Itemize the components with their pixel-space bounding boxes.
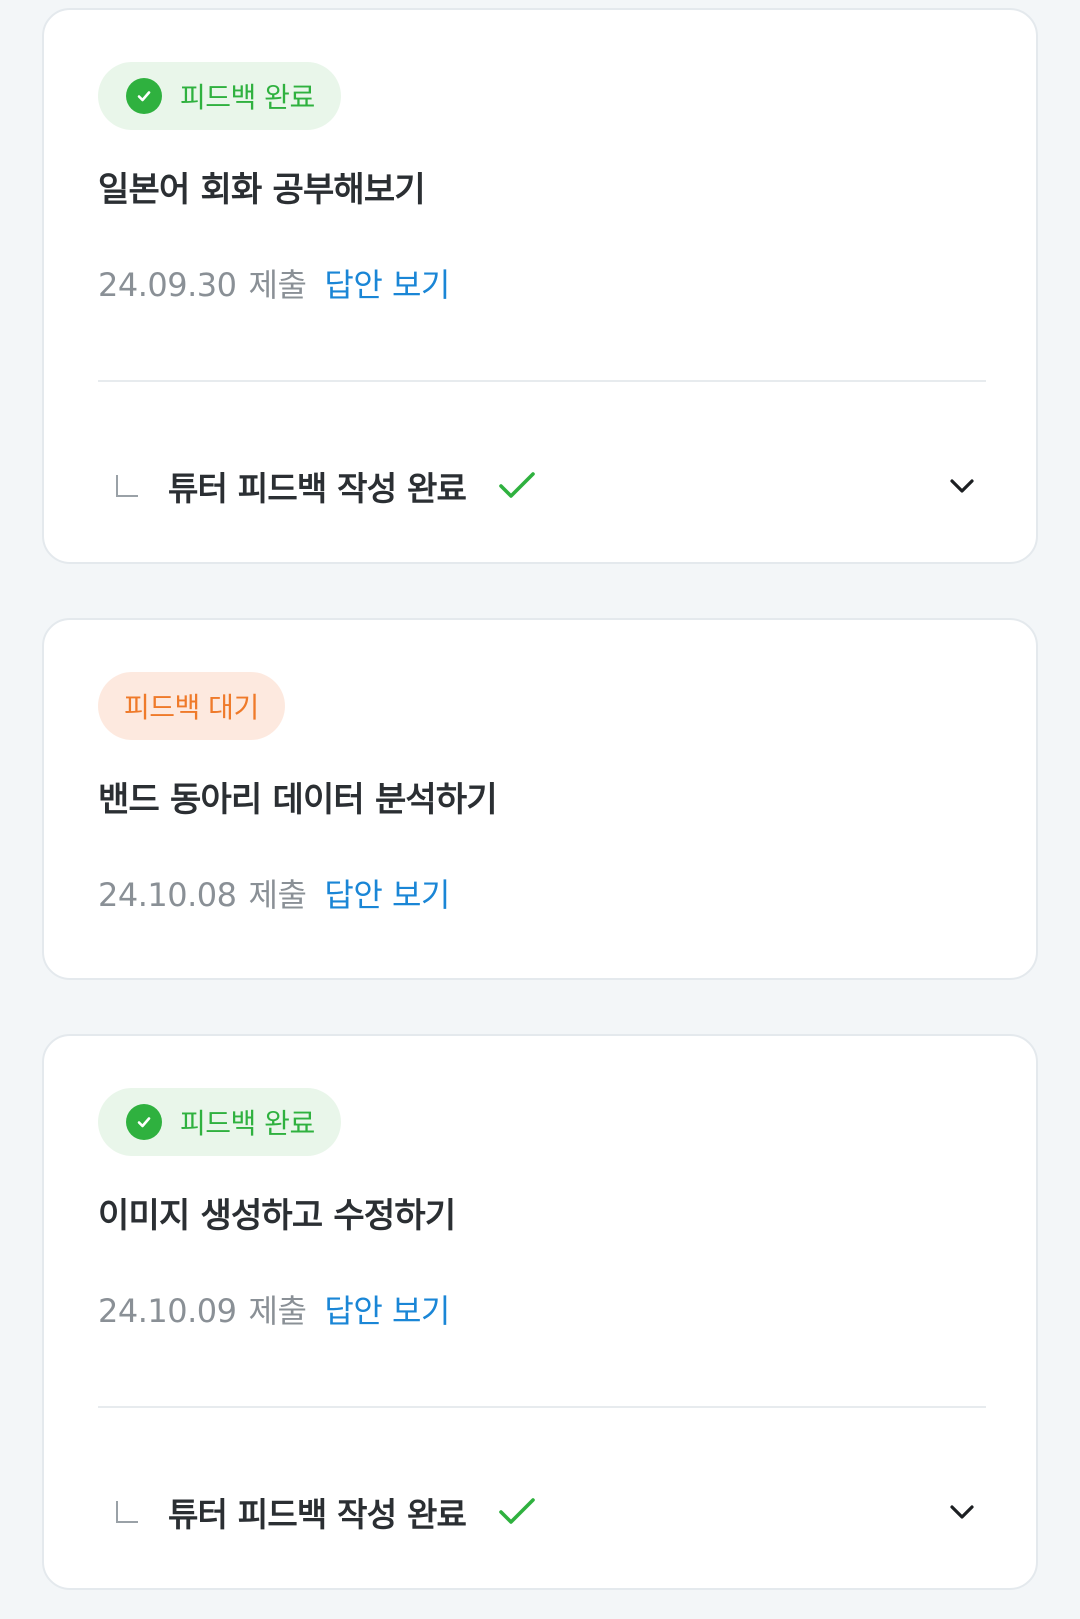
assignment-title: 일본어 회화 공부해보기 <box>98 170 426 210</box>
status-badge-done: 피드백 완료 <box>98 62 341 130</box>
submitted-label: 제출 <box>248 266 307 304</box>
submitted-label: 제출 <box>248 1292 307 1330</box>
assignment-card: 피드백 완료 일본어 회화 공부해보기 24.09.30 제출 답안 보기 튜터… <box>42 8 1038 564</box>
check-circle-icon <box>126 78 162 114</box>
submitted-label: 제출 <box>248 876 307 914</box>
reply-corner-icon <box>116 475 138 497</box>
submission-date: 24.10.09 <box>98 1292 237 1330</box>
status-label: 피드백 완료 <box>180 1107 315 1140</box>
view-answer-link[interactable]: 답안 보기 <box>324 260 450 306</box>
status-label: 피드백 완료 <box>180 81 315 114</box>
assignment-title: 이미지 생성하고 수정하기 <box>98 1196 456 1236</box>
checkmark-icon <box>498 471 536 501</box>
assignment-card: 피드백 완료 이미지 생성하고 수정하기 24.10.09 제출 답안 보기 튜… <box>42 1034 1038 1590</box>
check-circle-icon <box>126 1104 162 1140</box>
divider <box>98 1406 986 1408</box>
checkmark-icon <box>498 1497 536 1527</box>
chevron-down-icon[interactable] <box>946 470 978 502</box>
assignment-title: 밴드 동아리 데이터 분석하기 <box>98 780 498 820</box>
tutor-feedback-row[interactable]: 튜터 피드백 작성 완료 <box>98 1472 986 1552</box>
assignment-card: 피드백 대기 밴드 동아리 데이터 분석하기 24.10.08 제출 답안 보기 <box>42 618 1038 980</box>
status-badge-waiting: 피드백 대기 <box>98 672 285 740</box>
view-answer-link[interactable]: 답안 보기 <box>324 870 450 916</box>
tutor-feedback-row[interactable]: 튜터 피드백 작성 완료 <box>98 446 986 526</box>
submission-meta: 24.10.09 제출 답안 보기 <box>98 1286 450 1332</box>
submission-date: 24.10.08 <box>98 876 237 914</box>
view-answer-link[interactable]: 답안 보기 <box>324 1286 450 1332</box>
tutor-feedback-label: 튜터 피드백 작성 완료 <box>168 1495 467 1534</box>
submission-meta: 24.10.08 제출 답안 보기 <box>98 870 450 916</box>
divider <box>98 380 986 382</box>
reply-corner-icon <box>116 1501 138 1523</box>
status-label: 피드백 대기 <box>124 691 259 724</box>
submission-meta: 24.09.30 제출 답안 보기 <box>98 260 450 306</box>
tutor-feedback-label: 튜터 피드백 작성 완료 <box>168 469 467 508</box>
submission-date: 24.09.30 <box>98 266 237 304</box>
chevron-down-icon[interactable] <box>946 1496 978 1528</box>
status-badge-done: 피드백 완료 <box>98 1088 341 1156</box>
